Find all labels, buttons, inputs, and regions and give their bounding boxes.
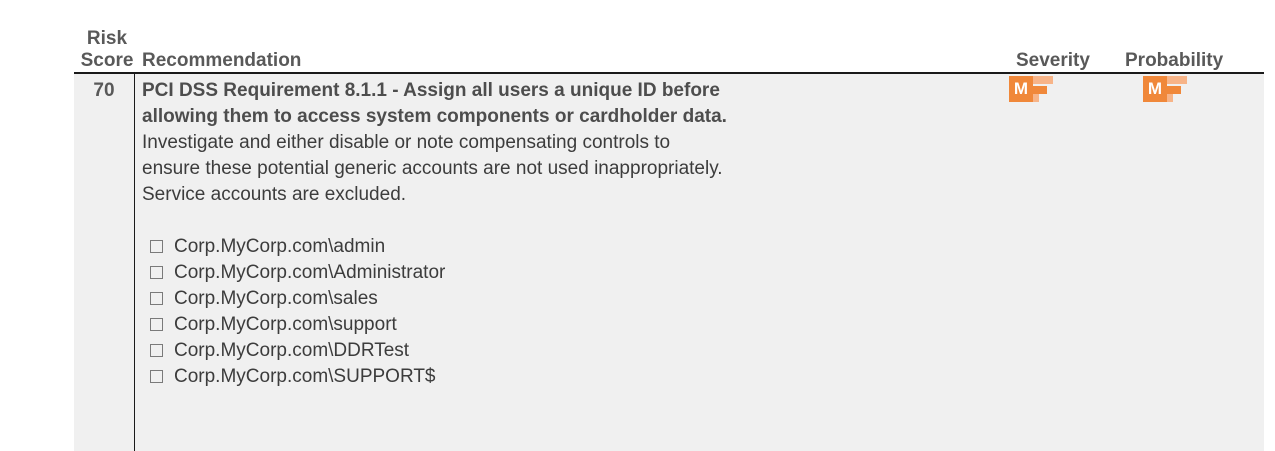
probability-level-letter: M [1143,76,1167,102]
checkbox-icon [150,344,163,357]
list-item: Corp.MyCorp.com\Administrator [150,260,1022,286]
severity-badge: M [1009,76,1057,104]
checkbox-icon [150,292,163,305]
list-item: Corp.MyCorp.com\DDRTest [150,338,1022,364]
recommendation-title: PCI DSS Requirement 8.1.1 - Assign all u… [142,80,727,127]
account-name: Corp.MyCorp.com\admin [174,236,386,257]
risk-score-value: 70 [93,80,115,101]
list-item: Corp.MyCorp.com\admin [150,234,1022,260]
checkbox-icon [150,318,163,331]
risk-score-cell: 70 [74,74,134,451]
account-name: Corp.MyCorp.com\support [174,314,397,335]
account-name: Corp.MyCorp.com\DDRTest [174,340,410,361]
column-divider [134,74,135,451]
probability-badge: M [1143,76,1191,104]
account-name: Corp.MyCorp.com\SUPPORT$ [174,366,436,387]
medium-level-icon [1033,76,1053,84]
account-name: Corp.MyCorp.com\sales [174,288,378,309]
list-item: Corp.MyCorp.com\sales [150,286,1022,312]
table-header: Risk Score Recommendation Severity Proba… [0,0,1275,72]
list-item: Corp.MyCorp.com\SUPPORT$ [150,364,1022,390]
recommendation-cell: PCI DSS Requirement 8.1.1 - Assign all u… [142,78,1022,390]
account-list: Corp.MyCorp.com\admin Corp.MyCorp.com\Ad… [142,234,1022,390]
header-probability: Probability [1125,50,1224,71]
checkbox-icon [150,240,163,253]
account-name: Corp.MyCorp.com\Administrator [174,262,446,283]
header-risk-score: Risk Score [80,28,134,71]
header-recommendation: Recommendation [142,50,302,71]
medium-level-icon [1167,76,1187,84]
list-item: Corp.MyCorp.com\support [150,312,1022,338]
level-bar [1167,86,1181,94]
level-bar [1033,86,1047,94]
recommendation-body: Investigate and either disable or note c… [142,132,723,205]
table-row: 70 PCI DSS Requirement 8.1.1 - Assign al… [74,74,1264,451]
severity-level-letter: M [1009,76,1033,102]
checkbox-icon [150,370,163,383]
level-bar [1167,94,1173,102]
header-severity: Severity [1016,50,1090,71]
checkbox-icon [150,266,163,279]
level-bar [1033,94,1039,102]
